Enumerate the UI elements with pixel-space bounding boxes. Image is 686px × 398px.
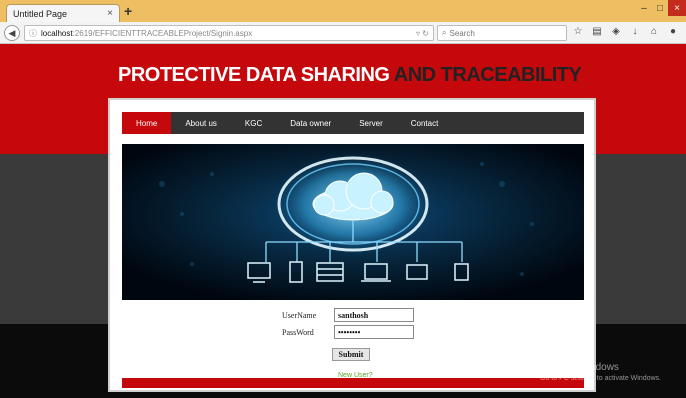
- cloud-network-banner: [122, 144, 584, 300]
- watermark-subtitle: Go to PC settings to activate Windows.: [540, 375, 661, 382]
- web-page: PROTECTIVE DATA SHARING AND TRACEABILITY…: [0, 44, 686, 398]
- window-controls: – □ ×: [636, 0, 686, 16]
- search-icon: ⌕: [442, 28, 447, 37]
- activate-windows-watermark: Activate Windows Go to PC settings to ac…: [540, 362, 661, 382]
- bookmark-star-icon[interactable]: ☆: [573, 26, 583, 37]
- new-tab-button[interactable]: +: [124, 3, 132, 19]
- browser-tab[interactable]: Untitled Page ×: [6, 4, 120, 22]
- tab-title: Untitled Page: [13, 8, 68, 19]
- home-icon[interactable]: ⌂: [649, 26, 659, 37]
- cloud-network-illustration: [122, 144, 584, 300]
- browser-toolbar: ☆ ▤ ◈ ↓ ⌂ ● ≡: [573, 26, 686, 37]
- watermark-title: Activate Windows: [540, 362, 619, 373]
- browser-tab-bar: Untitled Page × + – □ ×: [0, 0, 686, 22]
- password-label: PassWord: [282, 328, 314, 337]
- site-title-part1: PROTECTIVE DATA SHARING: [118, 64, 394, 86]
- pocket-icon[interactable]: ◈: [611, 26, 621, 37]
- url-host: localhost: [41, 28, 73, 38]
- reload-icon[interactable]: ▿ ↻: [416, 29, 429, 38]
- content-container: Home About us KGC Data owner Server Cont…: [108, 98, 596, 392]
- site-title-part2: AND TRACEABILITY: [393, 64, 582, 86]
- username-input[interactable]: [334, 308, 414, 322]
- nav-contact[interactable]: Contact: [397, 112, 453, 134]
- browser-nav-bar: ◀ ⓘ localhost :2619/EFFICIENTTRACEABLEPr…: [0, 22, 686, 44]
- footer-strip: [122, 378, 584, 388]
- site-title: PROTECTIVE DATA SHARING AND TRACEABILITY: [118, 64, 582, 87]
- password-input[interactable]: [334, 325, 414, 339]
- chat-icon[interactable]: ●: [668, 26, 678, 37]
- site-info-icon[interactable]: ⓘ: [29, 28, 37, 39]
- nav-about-us[interactable]: About us: [171, 112, 231, 134]
- submit-button[interactable]: Submit: [332, 348, 370, 361]
- username-label: UserName: [282, 311, 317, 320]
- nav-server[interactable]: Server: [345, 112, 397, 134]
- nav-kgc[interactable]: KGC: [231, 112, 276, 134]
- search-input[interactable]: [449, 28, 550, 38]
- address-bar[interactable]: ⓘ localhost :2619/EFFICIENTTRACEABLEProj…: [24, 25, 434, 41]
- url-path: :2619/EFFICIENTTRACEABLEProject/Signin.a…: [72, 28, 253, 38]
- nav-data-owner[interactable]: Data owner: [276, 112, 345, 134]
- search-bar[interactable]: ⌕: [437, 25, 567, 41]
- maximize-button[interactable]: □: [652, 0, 668, 16]
- nav-home[interactable]: Home: [122, 112, 172, 134]
- reading-list-icon[interactable]: ▤: [592, 26, 602, 37]
- main-menu: Home About us KGC Data owner Server Cont…: [122, 112, 584, 134]
- window-close-button[interactable]: ×: [668, 0, 686, 16]
- minimize-button[interactable]: –: [636, 0, 652, 16]
- back-button[interactable]: ◀: [4, 25, 20, 41]
- tab-close-icon[interactable]: ×: [107, 8, 113, 19]
- download-icon[interactable]: ↓: [630, 26, 640, 37]
